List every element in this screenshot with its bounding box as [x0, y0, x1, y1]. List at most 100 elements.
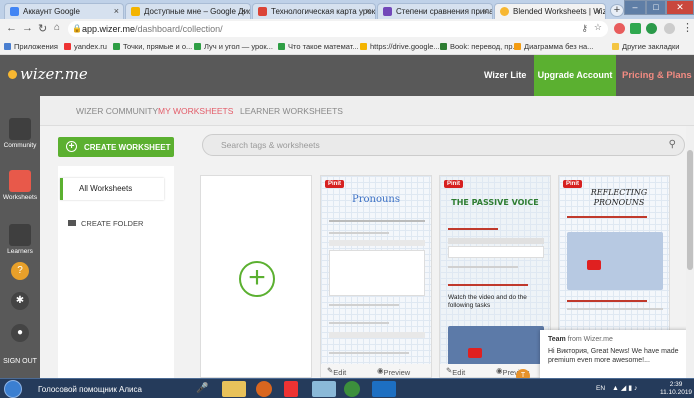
key-icon[interactable]: ⚷: [581, 23, 588, 34]
bookmark-label: yandex.ru: [74, 42, 107, 51]
notification-popup[interactable]: Team from Wizer.me Hi Виктория, Great Ne…: [540, 330, 688, 378]
search-icon[interactable]: ⚲: [669, 139, 676, 150]
bookmark-label: Луч и угол — урок...: [204, 42, 273, 51]
tab-wizer-community[interactable]: WIZER COMMUNITY: [76, 106, 158, 116]
tab-wizer[interactable]: Blended Worksheets | Wizer.me ×: [494, 3, 606, 19]
toolbar-line: [329, 240, 425, 246]
worksheet-title: Pronouns: [351, 194, 400, 205]
text-line: [329, 232, 389, 234]
tab-tech-card[interactable]: Технологическая карта урока ×: [252, 3, 376, 19]
reload-icon[interactable]: ↻: [38, 22, 47, 35]
paint-icon[interactable]: [312, 381, 336, 397]
worksheet-subtitle: Watch the video and do the following tas…: [448, 294, 527, 309]
help-button[interactable]: ?: [0, 262, 40, 280]
worksheet-card[interactable]: Pinit Pronouns ✎ Edit ◉ Preview: [320, 175, 432, 378]
back-icon[interactable]: ←: [6, 22, 17, 34]
worksheet-thumbnail: Pinit THE PASSIVE VOICE Watch the video …: [440, 176, 550, 366]
preview-button[interactable]: ◉ Preview: [377, 366, 410, 377]
bookmark-other[interactable]: Другие закладки: [612, 42, 679, 51]
browser-tab-strip: Аккаунт Google × Доступные мне – Google …: [0, 0, 694, 19]
maximize-button[interactable]: □: [646, 0, 666, 15]
url-field[interactable]: 🔒 app.wizer.me/dashboard/collection/ ⚷ ☆: [68, 21, 608, 37]
new-worksheet-card[interactable]: +: [200, 175, 312, 378]
edit-button[interactable]: ✎ Edit: [327, 366, 346, 377]
scrollbar-thumb[interactable]: [687, 150, 693, 270]
bookmark-label: https://drive.google...: [370, 42, 440, 51]
close-icon[interactable]: ×: [241, 6, 246, 16]
pricing-link[interactable]: Pricing & Plans: [622, 70, 692, 81]
word-icon[interactable]: [372, 381, 396, 397]
edit-label: Edit: [333, 368, 347, 377]
close-icon[interactable]: ×: [483, 6, 488, 16]
microphone-icon[interactable]: 🎤: [196, 383, 208, 394]
tray-icons[interactable]: ▲ ◢ ▮ ♪: [612, 384, 638, 392]
close-window-button[interactable]: ✕: [666, 0, 694, 15]
minimize-button[interactable]: –: [624, 0, 646, 15]
tab-label: Доступные мне – Google Диск: [144, 7, 251, 16]
forward-icon[interactable]: →: [22, 22, 33, 34]
upgrade-account-button[interactable]: Upgrade Account: [534, 55, 616, 96]
sign-out-link[interactable]: SIGN OUT: [0, 358, 40, 365]
bookmark-label: Диаграмма без на...: [524, 42, 594, 51]
tab-degrees-comparison[interactable]: Степени сравнения прилагат ×: [377, 3, 493, 19]
bookmark-ray[interactable]: Луч и угол — урок...: [194, 42, 273, 51]
tab-google-account[interactable]: Аккаунт Google ×: [4, 3, 124, 19]
close-icon[interactable]: ×: [366, 6, 371, 16]
text-line: [329, 352, 409, 354]
folder-icon: [612, 43, 619, 50]
create-folder-button[interactable]: CREATE FOLDER: [68, 219, 143, 228]
tab-learner-worksheets[interactable]: LEARNER WORKSHEETS: [240, 106, 343, 116]
clock[interactable]: 2:39 11.10.2019: [660, 381, 692, 397]
home-icon[interactable]: ⌂: [54, 22, 60, 33]
worksheet-card[interactable]: Pinit THE PASSIVE VOICE Watch the video …: [439, 175, 551, 378]
close-icon[interactable]: ×: [114, 6, 119, 16]
bookmark-book[interactable]: Book: перевод, пр...: [440, 42, 519, 51]
bookmark-math[interactable]: Что такое математ...: [278, 42, 359, 51]
explorer-icon[interactable]: [222, 381, 246, 397]
bookmark-apps[interactable]: Приложения: [4, 42, 58, 51]
time: 2:39: [669, 381, 683, 388]
firefox-icon[interactable]: [256, 381, 272, 397]
play-icon: [468, 348, 482, 358]
profile-icon[interactable]: [664, 23, 675, 34]
new-tab-button[interactable]: +: [610, 4, 624, 17]
left-nav: Community Worksheets Learners ? ✱ ● SIGN…: [0, 96, 40, 378]
bookmark-points[interactable]: Точки, прямые и о...: [113, 42, 192, 51]
date: 11.10.2019: [660, 389, 693, 396]
bookmark-label: Другие закладки: [622, 42, 680, 51]
extension-icon[interactable]: [630, 23, 641, 34]
language-indicator[interactable]: EN: [596, 385, 605, 392]
bookmark-icon: [194, 43, 201, 50]
create-worksheet-button[interactable]: + CREATE WORKSHEET: [58, 137, 174, 157]
bookmark-drive[interactable]: https://drive.google...: [360, 42, 440, 51]
extension-icon[interactable]: [614, 23, 625, 34]
alisa-assistant[interactable]: Голосовой помощник Алиса: [38, 385, 142, 394]
nav-community[interactable]: Community: [0, 118, 40, 149]
tab-google-drive[interactable]: Доступные мне – Google Диск ×: [125, 3, 251, 19]
nav-learners[interactable]: Learners: [0, 224, 40, 255]
chrome-icon[interactable]: [344, 381, 360, 397]
search-input[interactable]: Search tags & worksheets ⚲: [202, 134, 685, 156]
extension-icon[interactable]: [646, 23, 657, 34]
app-tabs: WIZER COMMUNITY MY WORKSHEETS LEARNER WO…: [40, 96, 694, 126]
profile-button[interactable]: ●: [0, 324, 40, 342]
notification-message: Hi Виктория, Great News! We have made pr…: [548, 348, 679, 364]
lock-icon: 🔒: [72, 24, 82, 33]
tab-my-worksheets[interactable]: MY WORKSHEETS: [158, 106, 233, 116]
menu-icon[interactable]: ⋮: [682, 21, 693, 34]
preview-button[interactable]: ◉ Preview: [496, 366, 529, 377]
pinit-badge[interactable]: Pinit: [444, 180, 463, 188]
star-icon[interactable]: ☆: [594, 22, 602, 33]
close-icon[interactable]: ×: [596, 6, 601, 16]
pinit-badge[interactable]: Pinit: [325, 180, 344, 188]
wizer-logo[interactable]: wizer.me: [8, 65, 88, 83]
start-button[interactable]: [4, 380, 22, 398]
edit-button[interactable]: ✎ Edit: [446, 366, 465, 377]
pinit-badge[interactable]: Pinit: [563, 180, 582, 188]
settings-button[interactable]: ✱: [0, 292, 40, 310]
yandex-browser-icon[interactable]: [284, 381, 298, 397]
all-worksheets-item[interactable]: All Worksheets: [60, 178, 164, 200]
bookmark-diagram[interactable]: Диаграмма без на...: [514, 42, 593, 51]
nav-worksheets[interactable]: Worksheets: [0, 170, 40, 201]
bookmark-yandex[interactable]: yandex.ru: [64, 42, 107, 51]
